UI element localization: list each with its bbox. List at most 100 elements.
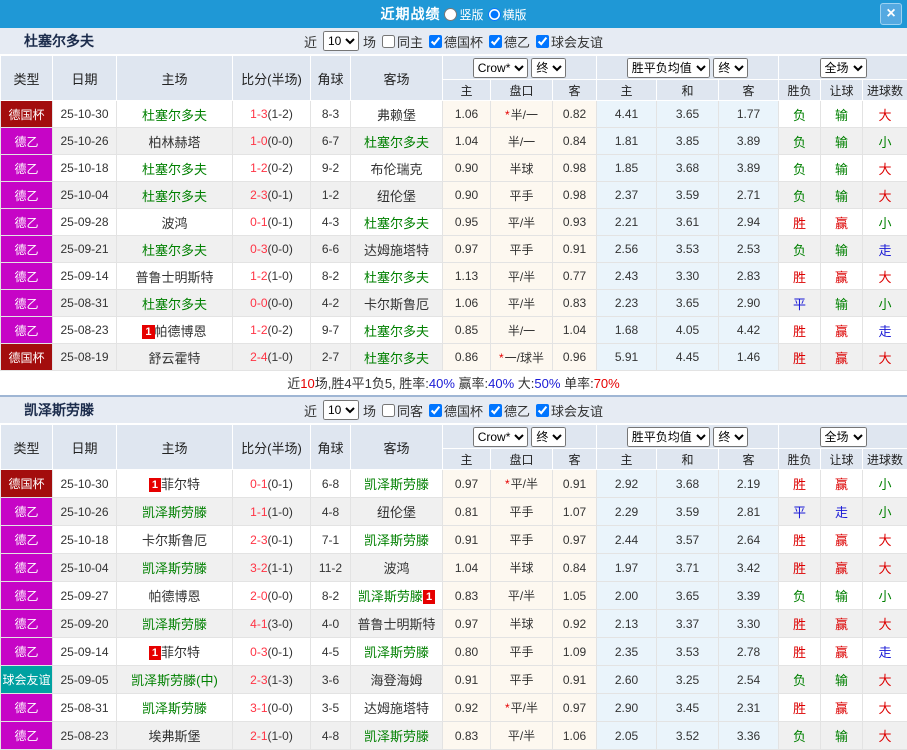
outcome-handicap: 输 [820,665,864,694]
euro-home-odds: 1.97 [596,553,658,582]
league-badge: 德乙 [0,127,53,155]
filter-controls: 近 10 场 同主 德国杯 德乙 球会友谊 [304,31,603,51]
section-header: 杜塞尔多夫 近 10 场 同主 德国杯 德乙 球会友谊 [0,28,907,55]
away-team: 波鸿 [350,553,443,582]
match-row: 德国杯 25-10-30 1 菲尔特 0-1(0-1) 6-8 凯泽斯劳滕 0.9… [0,469,907,498]
home-team: 埃弗斯堡 [116,721,233,750]
home-team: 凯泽斯劳滕 [116,497,233,526]
corners: 6-8 [310,469,351,498]
euro-draw-odds: 3.53 [656,235,720,263]
filter-friendly[interactable]: 球会友谊 [530,401,603,420]
vertical-radio-input[interactable] [444,7,458,21]
match-count-select[interactable]: 10 [322,31,359,51]
filter-friendly[interactable]: 球会友谊 [530,32,603,51]
euro-away-odds: 1.46 [718,343,780,371]
asian-away-odds: 1.07 [551,497,598,526]
odds-provider-select[interactable]: Crow* [472,426,528,447]
col-wdl: 胜负 [778,79,822,101]
col-goals: 进球数 [862,448,907,470]
filter-german-cup[interactable]: 德国杯 [423,32,483,51]
match-row: 德乙 25-10-26 柏林赫塔 1-0(0-0) 6-7 杜塞尔多夫 1.04… [0,127,907,155]
col-corners: 角球 [310,424,351,470]
asian-time-select[interactable]: 终 [531,426,567,447]
corners: 9-2 [310,154,351,182]
outcome-handicap: 输 [820,581,864,610]
euro-draw-odds: 3.65 [656,581,720,610]
scope-select[interactable]: 全场 [819,57,867,78]
asian-time-select[interactable]: 终 [531,57,567,78]
team-name-text: 舒云霍特 [148,350,201,366]
league-badge: 德乙 [0,497,53,526]
bundesliga2-checkbox[interactable] [489,403,503,417]
rank-badge: 1 [148,646,162,660]
same-venue-filter[interactable]: 同主 [376,32,423,51]
score: 0-1(0-1) [232,469,311,498]
league-badge: 德乙 [0,154,53,182]
matches-table: 类型 日期 主场 比分(半场) 角球 客场 Crow* 终 胜平负均值 终 全场 [0,55,907,371]
star-icon: * [504,477,510,491]
outcome-wdl: 平 [778,497,822,526]
euro-home-odds: 2.23 [596,289,658,317]
outcome-goals: 小 [862,289,907,317]
col-asian-home: 主 [442,79,491,101]
asian-home-odds: 1.06 [442,289,491,317]
german-cup-checkbox[interactable] [429,403,442,417]
rank-badge: 1 [148,478,162,492]
outcome-wdl: 胜 [778,208,822,236]
home-team: 杜塞尔多夫 [116,289,233,317]
euro-away-odds: 3.89 [718,127,780,155]
outcome-handicap: 赢 [820,469,864,498]
league-badge: 德乙 [0,609,53,638]
asian-handicap: 平/半 [490,721,553,750]
match-count-select[interactable]: 10 [322,400,359,420]
euro-home-odds: 2.37 [596,181,658,209]
friendly-checkbox[interactable] [536,34,550,48]
euro-avg-select[interactable]: 胜平负均值 [626,57,710,78]
outcome-goals: 小 [862,497,907,526]
layout-radio-horizontal[interactable]: 横版 [487,6,527,23]
filter-german-cup[interactable]: 德国杯 [423,401,483,420]
asian-handicap: 平手 [490,181,553,209]
same-venue-filter[interactable]: 同客 [376,401,423,420]
outcome-goals: 大 [862,100,907,128]
team-name-text: 帕德博恩 [154,323,207,339]
score: 2-1(1-0) [232,721,311,750]
close-button[interactable]: × [880,3,902,25]
match-date: 25-08-31 [52,693,117,722]
section-dusseldorf: 杜塞尔多夫 近 10 场 同主 德国杯 德乙 球会友谊 类型 日期 主场 比分(… [0,28,907,397]
league-badge: 德乙 [0,262,53,290]
friendly-checkbox[interactable] [536,403,550,417]
outcome-handicap: 赢 [820,609,864,638]
scope-select[interactable]: 全场 [819,426,867,447]
outcome-wdl: 胜 [778,316,822,344]
euro-time-select[interactable]: 终 [713,57,749,78]
horizontal-radio-input[interactable] [487,7,501,21]
same-venue-checkbox[interactable] [381,403,395,417]
corners: 7-1 [310,525,351,554]
asian-away-odds: 1.09 [551,637,598,666]
outcome-handicap: 赢 [820,525,864,554]
layout-radio-vertical[interactable]: 竖版 [444,6,484,23]
score: 0-3(0-1) [232,637,311,666]
filter-bundesliga2[interactable]: 德乙 [483,401,530,420]
corners: 4-5 [310,637,351,666]
euro-avg-select[interactable]: 胜平负均值 [626,426,710,447]
titlebar: 近期战绩 竖版 横版 × [0,0,907,28]
outcome-wdl: 负 [778,154,822,182]
outcome-handicap: 赢 [820,208,864,236]
filter-bundesliga2[interactable]: 德乙 [483,32,530,51]
same-venue-checkbox[interactable] [381,34,395,48]
match-date: 25-10-04 [52,181,117,209]
german-cup-checkbox[interactable] [429,34,442,48]
euro-time-select[interactable]: 终 [713,426,749,447]
bundesliga2-checkbox[interactable] [489,34,503,48]
score: 1-3(1-2) [232,100,311,128]
euro-draw-odds: 3.65 [656,289,720,317]
asian-handicap: 半球 [490,609,553,638]
match-row: 德乙 25-10-04 杜塞尔多夫 2-3(0-1) 1-2 纽伦堡 0.90 … [0,181,907,209]
match-date: 25-10-30 [52,469,117,498]
odds-provider-select[interactable]: Crow* [472,57,528,78]
outcome-wdl: 胜 [778,693,822,722]
asian-handicap: *一/球半 [490,343,553,371]
col-type: 类型 [0,55,53,101]
